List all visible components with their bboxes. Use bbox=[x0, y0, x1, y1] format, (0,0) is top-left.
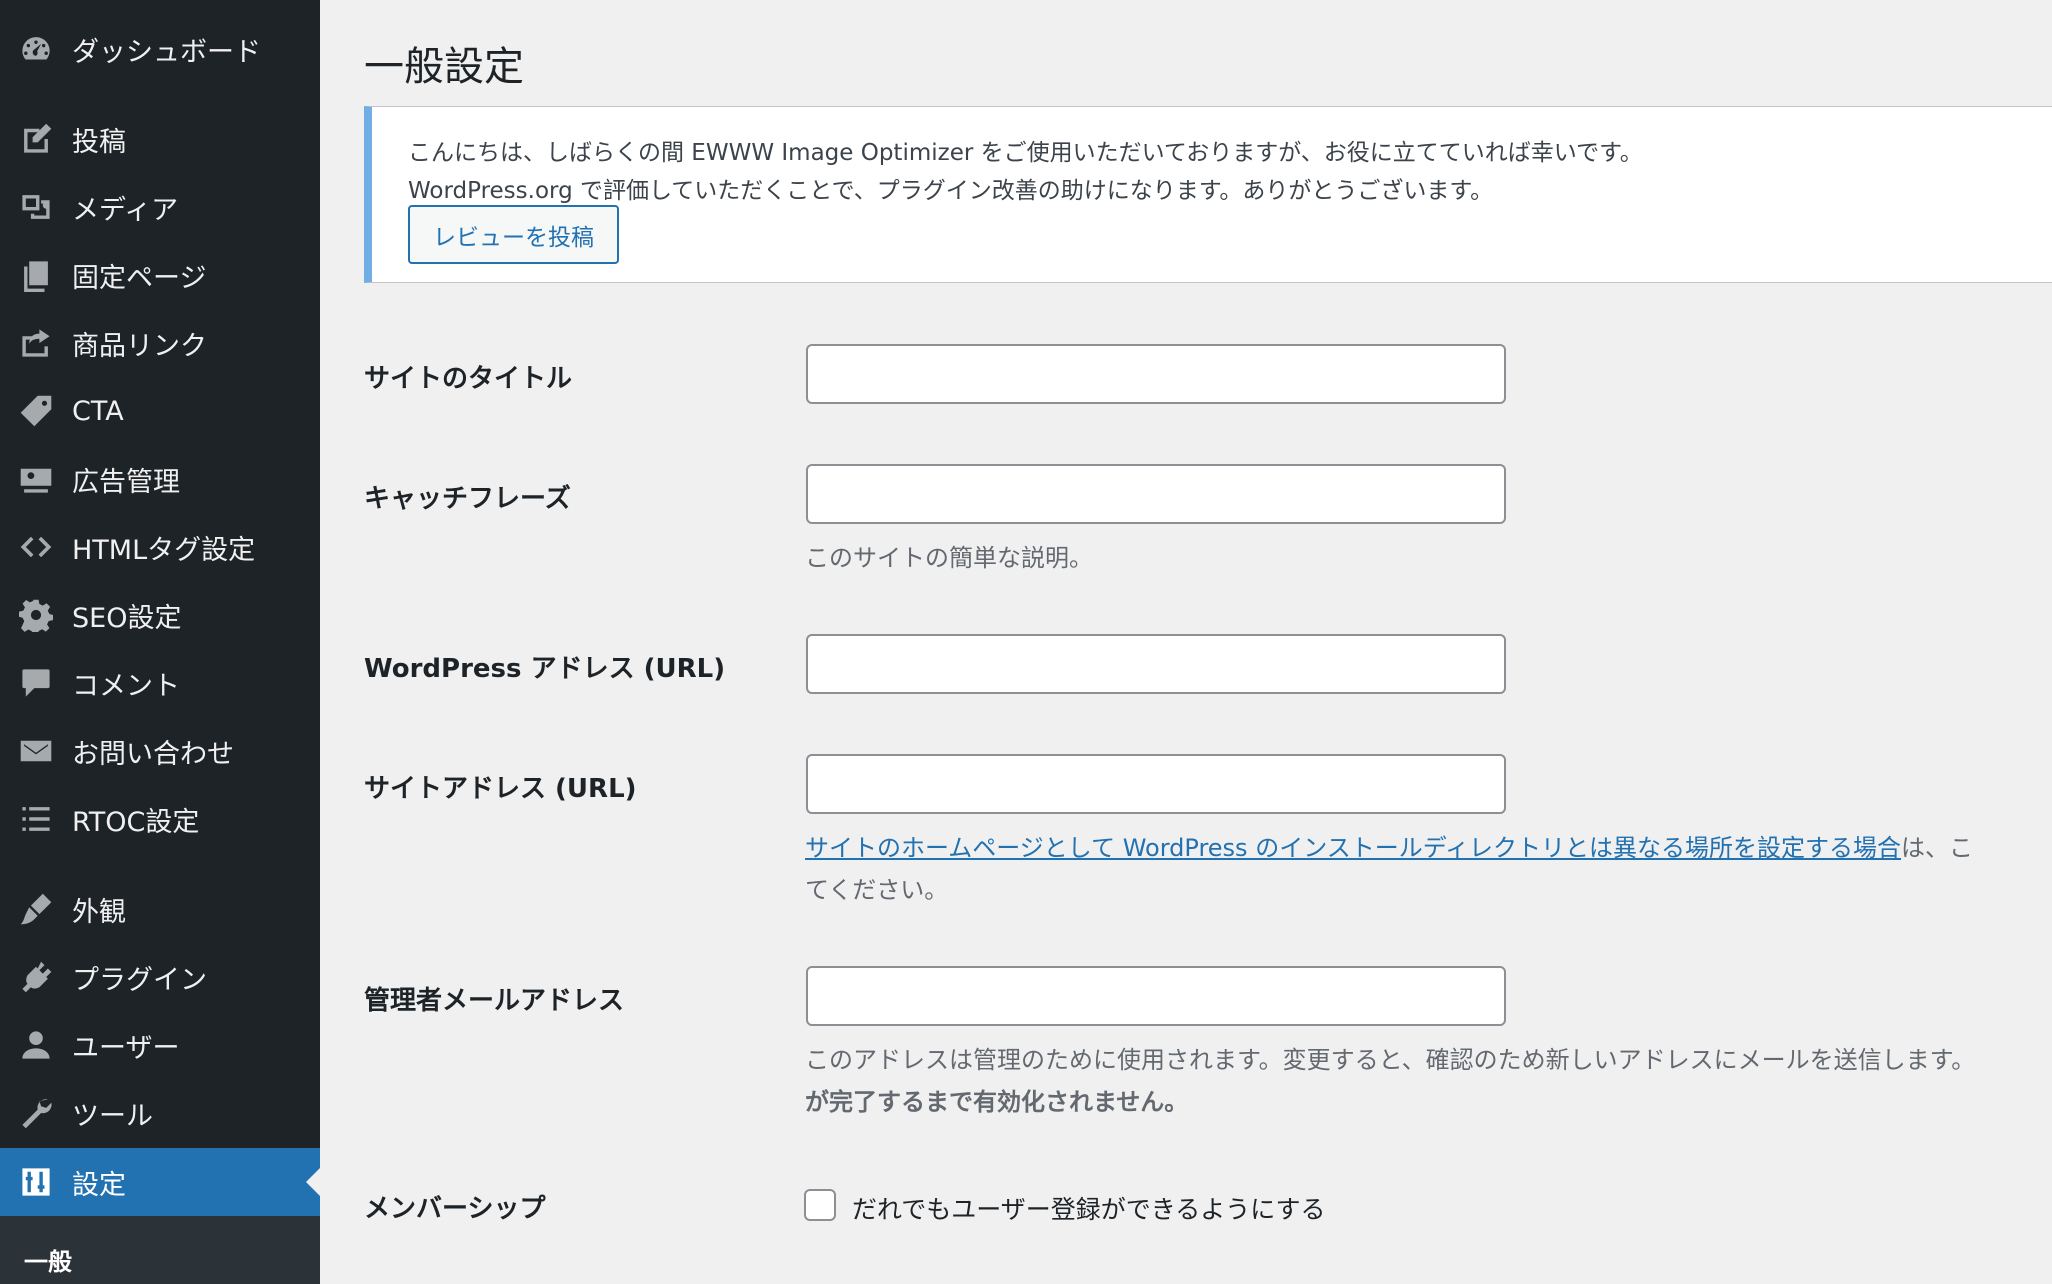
dashboard-icon bbox=[17, 30, 55, 68]
membership-checkbox[interactable] bbox=[804, 1189, 836, 1221]
post-review-button[interactable]: レビューを投稿 bbox=[408, 205, 619, 264]
comment-icon bbox=[17, 664, 55, 702]
site-title-input[interactable] bbox=[806, 344, 1506, 404]
external-link-icon bbox=[17, 324, 55, 362]
page-title: 一般設定 bbox=[364, 44, 524, 90]
sidebar-item-media[interactable]: メディア bbox=[0, 173, 320, 241]
membership-label: メンバーシップ bbox=[364, 1194, 546, 1224]
admin-email-label: 管理者メールアドレス bbox=[364, 986, 625, 1016]
settings-sliders-icon bbox=[17, 1163, 55, 1201]
tagline-label: キャッチフレーズ bbox=[364, 484, 571, 514]
site-address-help-link[interactable]: サイトのホームページとして WordPress のインストールディレクトリとは異… bbox=[805, 834, 1901, 862]
admin-email-input[interactable] bbox=[806, 966, 1506, 1026]
sidebar-item-label: 設定 bbox=[72, 1169, 126, 1201]
sidebar-item-ads[interactable]: 広告管理 bbox=[0, 445, 320, 513]
sidebar-item-label: 広告管理 bbox=[72, 466, 180, 498]
site-address-description-line2: てください。 bbox=[805, 876, 949, 904]
sidebar-item-label: コメント bbox=[72, 670, 180, 702]
sidebar-item-tools[interactable]: ツール bbox=[0, 1079, 320, 1147]
review-notice: こんにちは、しばらくの間 EWWW Image Optimizer をご使用いた… bbox=[364, 106, 2052, 283]
admin-sidebar: ダッシュボード 投稿 メディア 固定ページ 商品リンク CTA 広告管理 HTM… bbox=[0, 0, 320, 1284]
ad-icon bbox=[17, 460, 55, 498]
sidebar-item-contact[interactable]: お問い合わせ bbox=[0, 717, 320, 785]
sidebar-item-label: 固定ページ bbox=[72, 262, 207, 294]
sidebar-item-label: ツール bbox=[72, 1100, 153, 1132]
wrench-icon bbox=[17, 1094, 55, 1132]
sidebar-item-label: メディア bbox=[72, 194, 179, 226]
sidebar-item-html-tags[interactable]: HTMLタグ設定 bbox=[0, 513, 320, 581]
submenu-item-general[interactable]: 一般 bbox=[24, 1242, 72, 1277]
mail-icon bbox=[17, 732, 55, 770]
sidebar-item-pages[interactable]: 固定ページ bbox=[0, 241, 320, 309]
sidebar-item-label: ダッシュボード bbox=[72, 36, 261, 68]
admin-email-description: このアドレスは管理のために使用されます。変更すると、確認のため新しいアドレスにメ… bbox=[805, 1046, 1976, 1074]
notice-text-line2: WordPress.org で評価していただくことで、プラグイン改善の助けになり… bbox=[408, 178, 1494, 204]
sidebar-item-product-links[interactable]: 商品リンク bbox=[0, 309, 320, 377]
sidebar-item-label: 投稿 bbox=[72, 126, 126, 158]
sidebar-item-label: RTOC設定 bbox=[72, 806, 200, 838]
site-title-label: サイトのタイトル bbox=[364, 364, 573, 394]
sidebar-item-settings[interactable]: 設定 bbox=[0, 1148, 320, 1216]
list-icon bbox=[17, 800, 55, 838]
sidebar-item-plugins[interactable]: プラグイン bbox=[0, 943, 320, 1011]
sidebar-item-cta[interactable]: CTA bbox=[0, 377, 320, 445]
tagline-input[interactable] bbox=[806, 464, 1506, 524]
sidebar-item-dashboard[interactable]: ダッシュボード bbox=[0, 15, 320, 83]
sidebar-item-label: お問い合わせ bbox=[72, 738, 234, 770]
user-icon bbox=[17, 1026, 55, 1064]
tagline-description: このサイトの簡単な説明。 bbox=[805, 544, 1093, 572]
sidebar-item-label: SEO設定 bbox=[72, 602, 182, 634]
sidebar-item-label: プラグイン bbox=[72, 964, 207, 996]
brush-icon bbox=[17, 890, 55, 928]
post-edit-icon bbox=[17, 120, 55, 158]
gear-icon bbox=[17, 596, 55, 634]
notice-text-line1: こんにちは、しばらくの間 EWWW Image Optimizer をご使用いた… bbox=[408, 140, 1643, 166]
code-icon bbox=[17, 528, 55, 566]
sidebar-item-label: ユーザー bbox=[72, 1032, 180, 1064]
membership-checkbox-label[interactable]: だれでもユーザー登録ができるようにする bbox=[852, 1190, 1326, 1226]
site-address-label: サイトアドレス (URL) bbox=[364, 774, 637, 804]
sidebar-item-label: 商品リンク bbox=[72, 330, 207, 362]
wp-address-label: WordPress アドレス (URL) bbox=[364, 654, 726, 684]
sidebar-item-comments[interactable]: コメント bbox=[0, 649, 320, 717]
sidebar-item-label: HTMLタグ設定 bbox=[72, 534, 256, 566]
admin-email-description-line2: が完了するまで有効化されません。 bbox=[805, 1088, 1189, 1116]
plugin-icon bbox=[17, 958, 55, 996]
settings-submenu: 一般 bbox=[0, 1216, 320, 1284]
sidebar-item-label: 外観 bbox=[72, 896, 126, 928]
pages-icon bbox=[17, 256, 55, 294]
sidebar-item-label: CTA bbox=[72, 395, 124, 427]
media-icon bbox=[17, 188, 55, 226]
sidebar-item-users[interactable]: ユーザー bbox=[0, 1011, 320, 1079]
sidebar-item-appearance[interactable]: 外観 bbox=[0, 875, 320, 943]
site-address-description-tail: は、こ bbox=[1901, 834, 1974, 862]
tag-icon bbox=[17, 392, 55, 430]
sidebar-item-posts[interactable]: 投稿 bbox=[0, 105, 320, 173]
sidebar-item-rtoc[interactable]: RTOC設定 bbox=[0, 785, 320, 853]
site-address-input[interactable] bbox=[806, 754, 1506, 814]
sidebar-item-seo[interactable]: SEO設定 bbox=[0, 581, 320, 649]
site-address-description: サイトのホームページとして WordPress のインストールディレクトリとは異… bbox=[805, 828, 1973, 863]
wp-address-input[interactable] bbox=[806, 634, 1506, 694]
